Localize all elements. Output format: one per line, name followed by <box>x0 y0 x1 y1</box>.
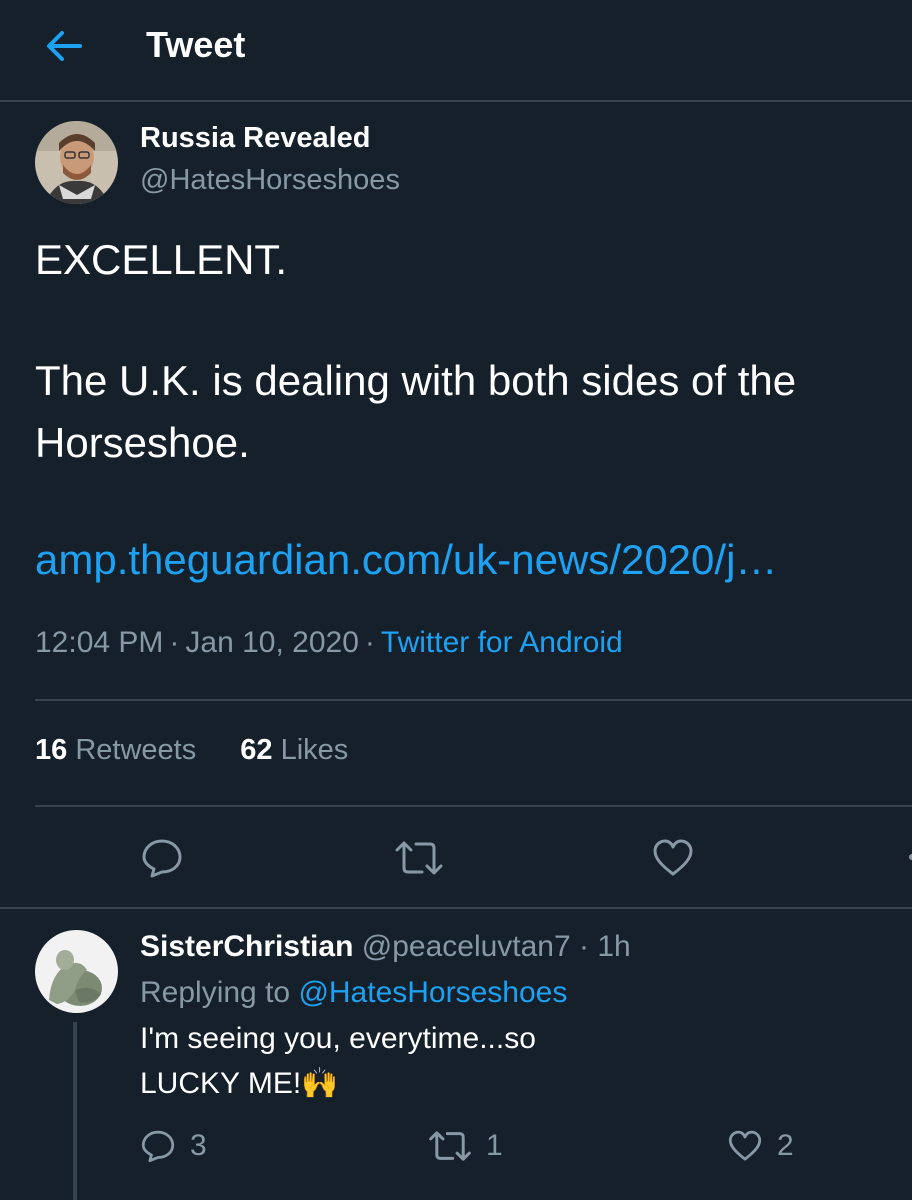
reply-reply-button[interactable]: 3 <box>140 1126 207 1166</box>
reply-retweet-button[interactable]: 1 <box>428 1126 503 1166</box>
tweet-date: Jan 10, 2020 <box>185 626 359 659</box>
likes-stat[interactable]: 62 Likes <box>240 734 348 766</box>
divider <box>35 805 912 807</box>
like-button[interactable] <box>651 836 695 885</box>
reply-author-handle[interactable]: @peaceluvtan7 <box>362 930 571 963</box>
arrow-left-icon <box>47 31 82 61</box>
reply-button[interactable] <box>140 836 184 885</box>
replying-to-mention[interactable]: @HatesHorseshoes <box>298 976 567 1009</box>
reply-retweet-count: 1 <box>486 1129 503 1162</box>
author-name[interactable]: Russia Revealed <box>140 122 371 155</box>
tweet-meta: 12:04 PM · Jan 10, 2020 · Twitter for Androi… <box>35 626 623 659</box>
reply-reply-count: 3 <box>190 1129 207 1162</box>
reply-text-line: I'm seeing you, everytime...so <box>140 1022 536 1055</box>
comment-icon <box>141 1130 175 1163</box>
replying-to: Replying to @HatesHorseshoes <box>140 976 567 1010</box>
replying-to-label: Replying to <box>140 976 291 1009</box>
retweet-icon <box>429 1131 471 1161</box>
author-handle[interactable]: @HatesHorseshoes <box>140 164 400 197</box>
share-icon <box>909 854 912 860</box>
tweet-source-link[interactable]: Twitter for Android <box>381 626 623 659</box>
top-bar: Tweet <box>0 0 912 102</box>
comment-icon <box>142 839 182 878</box>
thread-line <box>73 1022 77 1200</box>
heart-icon <box>653 839 693 876</box>
reply-author-name[interactable]: SisterChristian <box>140 930 353 963</box>
share-button[interactable] <box>903 850 912 862</box>
tweet-text-line: The U.K. is dealing with both sides of t… <box>35 357 797 404</box>
reply-text-line: LUCKY ME!🙌 <box>140 1067 339 1100</box>
divider <box>0 907 912 909</box>
page-title: Tweet <box>146 24 246 65</box>
divider <box>35 699 912 701</box>
tweet-time: 12:04 PM <box>35 626 164 659</box>
tweet-link[interactable]: amp.theguardian.com/uk-news/2020/j… <box>35 536 777 584</box>
reply-header: SisterChristian @peaceluvtan7 · 1h <box>140 930 631 963</box>
reply-like-button[interactable]: 2 <box>727 1126 794 1166</box>
tweet-stats: 16 Retweets 62 Likes <box>35 734 348 767</box>
reply-author-avatar[interactable] <box>35 930 118 1013</box>
retweet-button[interactable] <box>394 838 444 883</box>
author-avatar[interactable] <box>35 121 118 204</box>
retweets-label: Retweets <box>75 734 197 766</box>
tweet-text-line: EXCELLENT. <box>35 236 288 283</box>
back-button[interactable] <box>40 26 88 66</box>
retweets-stat[interactable]: 16 Retweets <box>35 734 196 766</box>
reply-age: 1h <box>597 930 631 963</box>
retweets-count: 16 <box>35 734 68 766</box>
likes-label: Likes <box>280 734 349 766</box>
tweet-text-line: Horseshoe. <box>35 419 250 466</box>
reply-like-count: 2 <box>777 1129 794 1162</box>
retweet-icon <box>395 841 443 875</box>
likes-count: 62 <box>240 734 273 766</box>
heart-icon <box>728 1130 762 1161</box>
